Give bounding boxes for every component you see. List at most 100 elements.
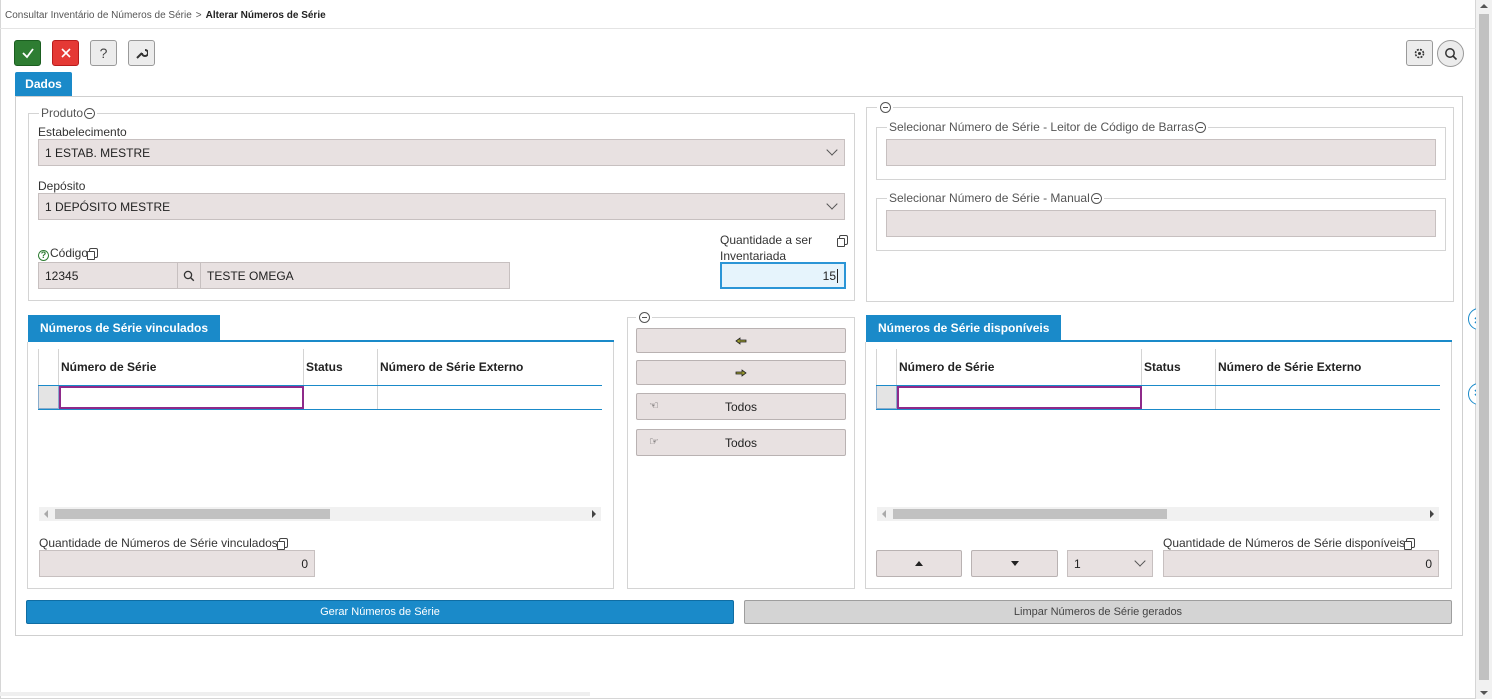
actions-legend: [636, 312, 652, 323]
horizontal-scrollbar[interactable]: [877, 507, 1439, 521]
gear-icon: [1414, 48, 1425, 58]
table-cell[interactable]: [1216, 386, 1440, 409]
settings-button[interactable]: [1406, 40, 1433, 66]
quantidade-label: Quantidade a ser Inventariada: [720, 232, 812, 264]
vertical-scrollbar[interactable]: [1476, 0, 1492, 699]
deposito-value: 1 DEPÓSITO MESTRE: [45, 199, 171, 214]
deposito-label: Depósito: [38, 179, 86, 193]
column-header[interactable]: Status: [1142, 349, 1216, 385]
help-circle-icon[interactable]: ?: [38, 249, 49, 261]
collapse-icon[interactable]: [1194, 121, 1206, 133]
grid-header: Número de Série Status Número de Série E…: [876, 349, 1440, 385]
column-header[interactable]: Número de Série: [897, 349, 1142, 385]
descricao-value: TESTE OMEGA: [207, 268, 294, 283]
copy-icon[interactable]: [837, 235, 848, 247]
cancel-button[interactable]: [52, 40, 79, 66]
close-icon: [60, 48, 71, 58]
search-icon: [183, 270, 195, 281]
disponiveis-title: Números de Série disponíveis: [866, 315, 1062, 340]
copy-icon[interactable]: [1404, 538, 1416, 550]
chevron-down-icon: [826, 144, 838, 156]
codigo-input[interactable]: 12345: [38, 262, 178, 289]
wrench-icon: [136, 48, 148, 59]
vinculados-grid: Número de Série Status Número de Série E…: [38, 349, 602, 410]
collapse-icon[interactable]: [1090, 192, 1102, 204]
collapse-icon[interactable]: [639, 312, 650, 323]
scroll-right-icon[interactable]: [1430, 510, 1434, 518]
page-down-button[interactable]: [971, 550, 1058, 577]
page-value: 1: [1074, 556, 1081, 571]
manual-input[interactable]: [886, 210, 1436, 237]
cell-editor[interactable]: [59, 386, 304, 409]
codigo-label-text: Código: [50, 246, 89, 260]
page-select[interactable]: 1: [1067, 550, 1153, 577]
disponiveis-quantidade-label: Quantidade de Números de Série disponíve…: [1163, 536, 1416, 550]
arrow-left-icon: [735, 336, 747, 345]
tools-button[interactable]: [128, 40, 155, 66]
selecionar-legend: [877, 102, 893, 113]
quantidade-value: 15: [822, 268, 836, 283]
scrollbar-thumb[interactable]: [893, 509, 1167, 519]
scroll-left-icon[interactable]: [882, 510, 886, 518]
scroll-down-icon[interactable]: [1480, 691, 1488, 695]
scrollbar-thumb[interactable]: [55, 509, 330, 519]
vinculados-quantidade-label-text: Quantidade de Números de Série vinculado…: [39, 536, 278, 550]
table-row[interactable]: [876, 386, 1440, 410]
scroll-up-icon[interactable]: [1480, 4, 1488, 8]
bottom-scrollbar-track: [0, 692, 590, 696]
page-up-button[interactable]: [876, 550, 962, 577]
move-all-left-button[interactable]: ☜ Todos: [636, 393, 846, 420]
scroll-right-icon[interactable]: [592, 510, 596, 518]
column-header[interactable]: Número de Série Externo: [378, 349, 602, 385]
row-selector[interactable]: [38, 386, 59, 409]
chevron-down-icon: [826, 198, 838, 210]
tab-dados[interactable]: Dados: [15, 72, 72, 96]
help-button[interactable]: ?: [90, 40, 117, 66]
scrollbar-thumb[interactable]: [1479, 14, 1489, 680]
collapse-icon[interactable]: [84, 107, 96, 119]
table-cell[interactable]: [1142, 386, 1216, 409]
disponiveis-quantidade-value: 0: [1425, 556, 1432, 571]
scroll-left-icon[interactable]: [44, 510, 48, 518]
grid-header-selector: [876, 349, 897, 385]
column-header[interactable]: Número de Série: [59, 349, 304, 385]
horizontal-scrollbar[interactable]: [39, 507, 601, 521]
breadcrumb-parent[interactable]: Consultar Inventário de Números de Série: [5, 10, 192, 21]
collapse-icon[interactable]: [880, 102, 891, 113]
copy-icon[interactable]: [276, 538, 288, 550]
table-cell[interactable]: [378, 386, 602, 409]
quantidade-input[interactable]: 15: [720, 262, 846, 289]
help-icon: ?: [99, 45, 108, 61]
search-icon: [1444, 47, 1457, 60]
descricao-field: TESTE OMEGA: [200, 262, 510, 289]
move-selected-left-button[interactable]: [636, 328, 846, 353]
row-selector[interactable]: [876, 386, 897, 409]
check-icon: [21, 48, 34, 59]
disponiveis-quantidade-field: 0: [1163, 550, 1439, 577]
chevron-down-icon: [1134, 555, 1146, 567]
deposito-select[interactable]: 1 DEPÓSITO MESTRE: [38, 193, 845, 220]
leitor-legend: Selecionar Número de Série - Leitor de C…: [887, 120, 1208, 134]
move-all-right-button[interactable]: ☞ Todos: [636, 429, 846, 456]
column-header[interactable]: Número de Série Externo: [1216, 349, 1440, 385]
column-header[interactable]: Status: [304, 349, 378, 385]
cell-editor[interactable]: [897, 386, 1142, 409]
leitor-input[interactable]: [886, 139, 1436, 166]
estabelecimento-select[interactable]: 1 ESTAB. MESTRE: [38, 139, 845, 166]
disponiveis-grid: Número de Série Status Número de Série E…: [876, 349, 1440, 410]
table-row[interactable]: [38, 386, 602, 410]
table-cell[interactable]: [304, 386, 378, 409]
limpar-numeros-button[interactable]: Limpar Números de Série gerados: [744, 600, 1452, 624]
codigo-search-button[interactable]: [177, 262, 201, 289]
move-all-left-label: Todos: [724, 399, 758, 414]
move-selected-right-button[interactable]: [636, 360, 846, 385]
copy-icon[interactable]: [87, 248, 99, 260]
gerar-numeros-button[interactable]: Gerar Números de Série: [26, 600, 734, 624]
vinculados-quantidade-field: 0: [39, 550, 315, 577]
global-search-button[interactable]: [1437, 40, 1464, 67]
caret-down-icon: [1010, 561, 1019, 566]
grid-header-selector: [38, 349, 59, 385]
manual-legend: Selecionar Número de Série - Manual: [887, 191, 1104, 205]
text-cursor: [837, 268, 838, 283]
confirm-button[interactable]: [14, 40, 41, 66]
